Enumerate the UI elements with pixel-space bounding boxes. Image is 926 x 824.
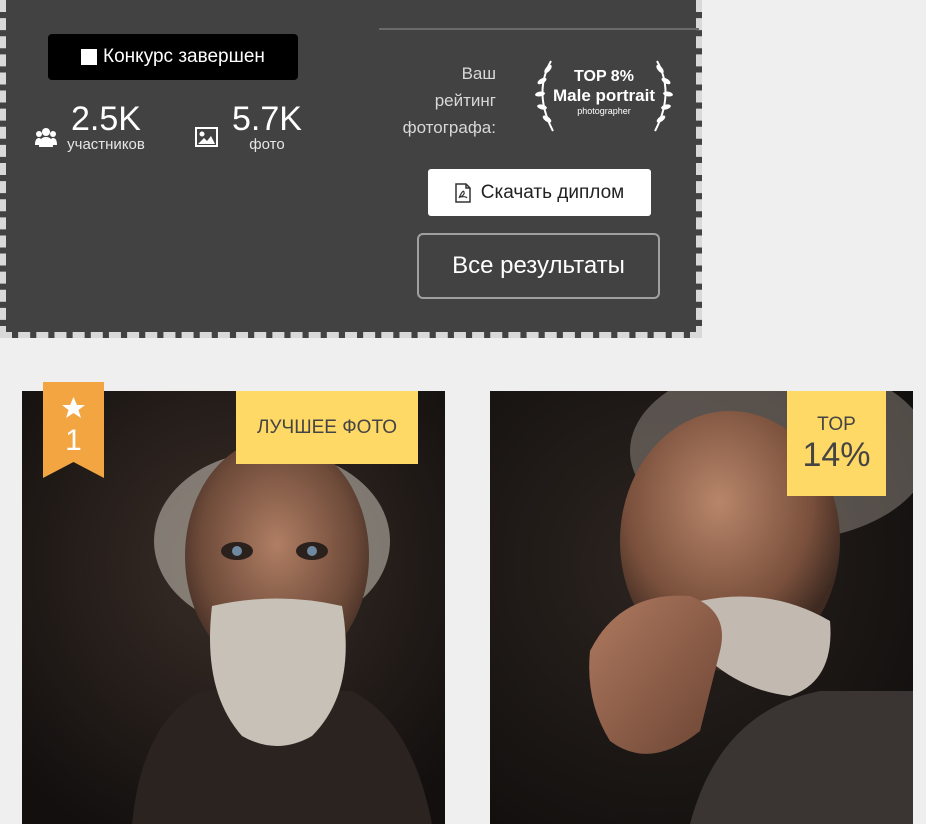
rating-badge-sub: photographer: [577, 106, 631, 116]
pdf-icon: [455, 182, 471, 203]
photos-count: 5.7K: [232, 100, 302, 138]
top-percent-value: 14%: [802, 435, 871, 474]
photographer-rating-label: Ваш рейтинг фотографа:: [386, 60, 496, 141]
participants-count: 2.5K: [71, 100, 141, 138]
rating-label-line2: рейтинг: [434, 91, 496, 110]
contest-info-panel: Конкурс завершен 2.5K участников 5.7K фо…: [0, 0, 702, 338]
status-square-icon: [81, 49, 98, 65]
rank-number: 1: [65, 424, 82, 457]
rating-badge-top: TOP 8%: [574, 68, 634, 85]
rating-label-line3: фотографа:: [402, 118, 496, 137]
photos-stat: 5.7K фото: [228, 102, 306, 153]
photos-label: фото: [249, 136, 285, 153]
participants-label: участников: [67, 136, 145, 153]
all-results-button[interactable]: Все результаты: [417, 233, 660, 299]
download-diploma-label: Скачать диплом: [480, 181, 625, 203]
participants-stat: 2.5K участников: [62, 102, 150, 153]
users-icon: [35, 128, 57, 147]
divider: [379, 28, 699, 30]
status-label: Конкурс завершен: [103, 46, 265, 67]
top-percent-tag: TOP 14%: [787, 391, 886, 496]
image-icon: [195, 127, 218, 147]
rating-badge: TOP 8% Male portrait photographer: [546, 68, 662, 116]
rating-badge-category: Male portrait: [552, 86, 656, 105]
rating-label-line1: Ваш: [461, 64, 496, 83]
best-photo-tag: ЛУЧШЕЕ ФОТО: [236, 391, 418, 464]
all-results-label: Все результаты: [452, 252, 625, 279]
top-label: TOP: [817, 413, 856, 435]
contest-status-badge: Конкурс завершен: [48, 34, 298, 80]
best-photo-label: ЛУЧШЕЕ ФОТО: [257, 416, 397, 438]
download-diploma-button[interactable]: Скачать диплом: [428, 169, 651, 216]
